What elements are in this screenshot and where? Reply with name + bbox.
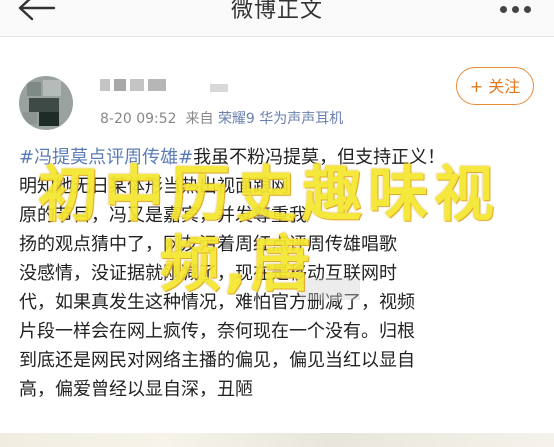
- image-strip: [0, 433, 554, 447]
- blur-band: [300, 278, 360, 300]
- username-blurred-badge: [210, 84, 228, 92]
- post-line: 片段一样会在网上疯传，奈何现在一个没有。归根: [19, 321, 415, 342]
- page-title: 微博正文: [230, 0, 323, 23]
- source-prefix: 来自: [185, 111, 214, 127]
- more-dots-icon[interactable]: [500, 0, 540, 18]
- hashtag-link[interactable]: #冯提莫点评周传雄#: [19, 147, 193, 168]
- post-line: 到底还是网民对网络主播的偏见，偏见当红以显自: [19, 350, 415, 371]
- post-time: 8-20 09:52: [100, 111, 177, 127]
- avatar[interactable]: [19, 76, 73, 130]
- post-line: 扬的观点猜中了，网友污着周红点评周传雄唱歌: [19, 234, 397, 255]
- follow-button[interactable]: + 关注: [456, 67, 534, 105]
- post-line: 我虽不粉冯提莫，但支持正义！: [193, 147, 446, 168]
- top-bar: 微博正文: [0, 0, 554, 37]
- post-line: 明知她无日某体形当热出视面跟网: [19, 176, 289, 197]
- post-line: 原的节目，冯又是嘉宾，并发尊重我: [19, 205, 307, 226]
- post-line: 高，偏爱曾经以显自深，丑陋: [19, 379, 253, 400]
- device-source[interactable]: 荣耀9 华为声声耳机: [218, 111, 343, 127]
- post-meta: 8-20 09:52 来自 荣耀9 华为声声耳机: [100, 108, 343, 128]
- post-body: #冯提莫点评周传雄#我虽不粉冯提莫，但支持正义！ 明知她无日某体形当热出视面跟网…: [19, 143, 539, 404]
- username-blurred: [100, 76, 180, 91]
